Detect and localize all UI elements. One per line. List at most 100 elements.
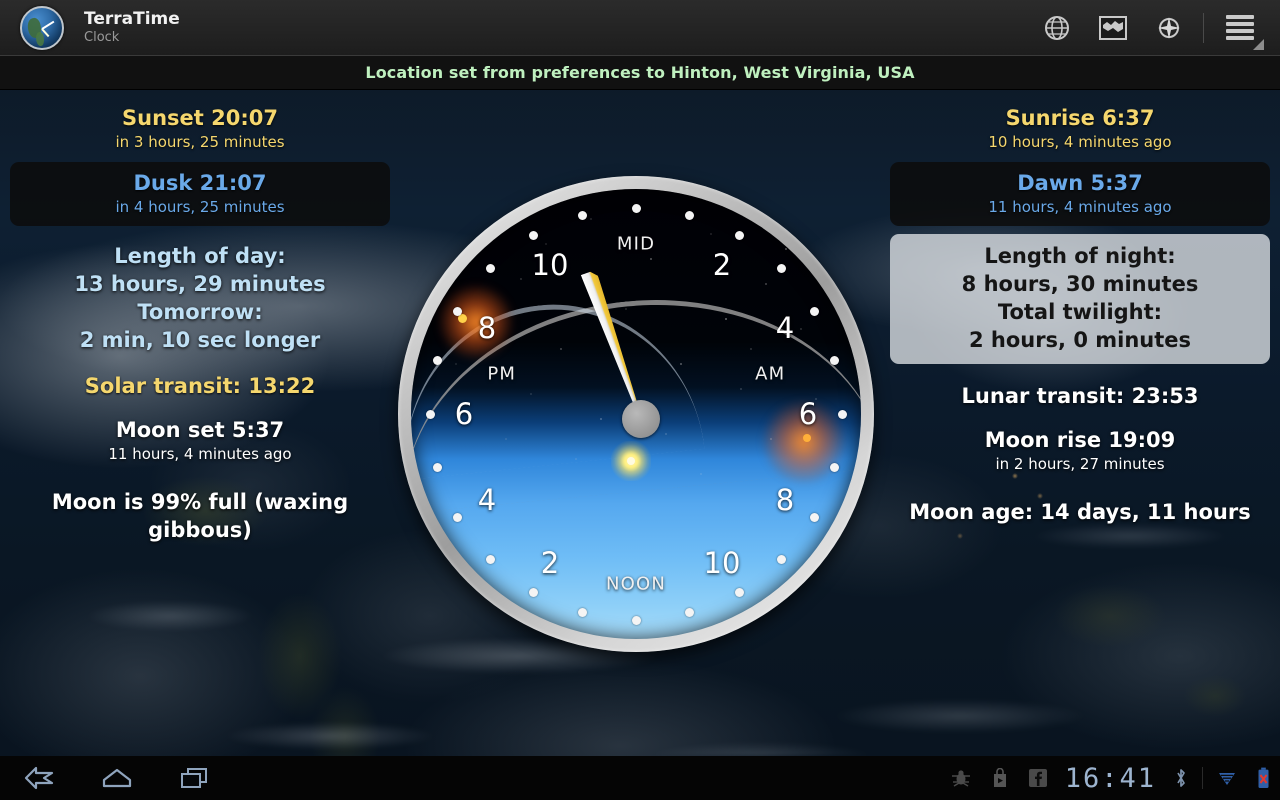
hour-tick bbox=[528, 587, 538, 597]
hour-tick bbox=[528, 231, 538, 241]
hour-tick bbox=[485, 555, 495, 565]
dawn-block[interactable]: Dawn 5:37 11 hours, 4 minutes ago bbox=[890, 162, 1270, 226]
overflow-menu-icon[interactable] bbox=[1210, 0, 1270, 56]
moon-age-block[interactable]: Moon age: 14 days, 11 hours bbox=[890, 498, 1270, 526]
logo-clock-hand-long bbox=[41, 20, 55, 30]
moon-phase-text: Moon is 99% full (waxing gibbous) bbox=[51, 490, 349, 542]
action-bar: TerraTime Clock bbox=[0, 0, 1280, 56]
app-subtitle: Clock bbox=[84, 30, 120, 45]
facebook-icon[interactable] bbox=[1019, 756, 1057, 800]
moon-rise-detail: in 2 hours, 27 minutes bbox=[995, 455, 1165, 473]
sunset-glow-marker bbox=[439, 285, 513, 359]
clock-center-hub bbox=[622, 400, 660, 438]
moon-set-detail: 11 hours, 4 minutes ago bbox=[108, 445, 292, 463]
hamburger-bars bbox=[1226, 12, 1254, 43]
dusk-block[interactable]: Dusk 21:07 in 4 hours, 25 minutes bbox=[10, 162, 390, 226]
length-of-night-label: Length of night: bbox=[984, 244, 1176, 268]
sunset-detail: in 3 hours, 25 minutes bbox=[115, 133, 285, 151]
hour-numeral-6: 6 bbox=[454, 397, 474, 431]
left-info-column: Sunset 20:07 in 3 hours, 25 minutes Dusk… bbox=[10, 104, 390, 544]
terratime-clock-screen: TerraTime Clock Location set from prefer… bbox=[0, 0, 1280, 800]
dawn-title: Dawn 5:37 bbox=[1017, 171, 1143, 195]
hour-tick bbox=[631, 203, 641, 213]
battery-error-icon[interactable] bbox=[1247, 756, 1280, 800]
total-twilight-label: Total twilight: bbox=[997, 300, 1163, 324]
hour-numeral-8: 8 bbox=[775, 483, 795, 517]
clock-face: 2 4 6 8 10 2 4 6 8 10 MID NOON PM AM bbox=[411, 189, 861, 639]
hour-tick bbox=[837, 409, 847, 419]
recents-icon[interactable] bbox=[156, 756, 234, 800]
hour-numeral-2: 2 bbox=[712, 248, 732, 283]
app-title: TerraTime bbox=[84, 9, 180, 29]
length-of-day-block[interactable]: Length of day: 13 hours, 29 minutes Tomo… bbox=[10, 242, 390, 354]
hour-numeral-4: 4 bbox=[477, 483, 497, 517]
location-banner-text: Location set from preferences to Hinton,… bbox=[365, 63, 915, 82]
play-store-icon[interactable] bbox=[981, 756, 1019, 800]
debug-bug-icon[interactable] bbox=[941, 756, 981, 800]
system-clock: 16:41 bbox=[1064, 762, 1156, 794]
total-twilight-value: 2 hours, 0 minutes bbox=[968, 328, 1192, 352]
dusk-title: Dusk 21:07 bbox=[133, 171, 267, 195]
sun-icon bbox=[611, 441, 651, 481]
sunrise-title: Sunrise 6:37 bbox=[1005, 106, 1155, 130]
hour-tick bbox=[485, 263, 495, 273]
hour-numeral-2: 2 bbox=[540, 545, 560, 580]
hour-tick bbox=[425, 409, 435, 419]
hour-tick bbox=[432, 356, 442, 366]
status-divider bbox=[1202, 767, 1203, 789]
globe-icon[interactable] bbox=[1029, 0, 1085, 56]
dusk-detail: in 4 hours, 25 minutes bbox=[115, 198, 285, 216]
hour-tick bbox=[809, 512, 819, 522]
hour-tick bbox=[777, 263, 787, 273]
am-label: AM bbox=[755, 363, 786, 385]
sunrise-dot-marker bbox=[803, 434, 811, 442]
length-of-day-value: 13 hours, 29 minutes bbox=[74, 272, 326, 296]
hour-tick bbox=[453, 306, 463, 316]
moon-set-block[interactable]: Moon set 5:37 11 hours, 4 minutes ago bbox=[10, 416, 390, 464]
lunar-transit-block[interactable]: Lunar transit: 23:53 bbox=[890, 382, 1270, 410]
bluetooth-icon[interactable] bbox=[1164, 756, 1198, 800]
world-map-icon[interactable] bbox=[1085, 0, 1141, 56]
sunset-block[interactable]: Sunset 20:07 in 3 hours, 25 minutes bbox=[10, 104, 390, 152]
hour-tick bbox=[809, 306, 819, 316]
hour-tick bbox=[631, 615, 641, 625]
hour-tick bbox=[734, 587, 744, 597]
pm-label: PM bbox=[487, 363, 517, 385]
moon-set-title: Moon set 5:37 bbox=[115, 418, 285, 442]
hour-numeral-8: 8 bbox=[477, 311, 497, 345]
lunar-transit-text: Lunar transit: 23:53 bbox=[961, 384, 1199, 408]
location-banner[interactable]: Location set from preferences to Hinton,… bbox=[0, 56, 1280, 90]
length-of-night-value: 8 hours, 30 minutes bbox=[961, 272, 1199, 296]
compass-icon[interactable] bbox=[1141, 0, 1197, 56]
sunrise-block[interactable]: Sunrise 6:37 10 hours, 4 minutes ago bbox=[890, 104, 1270, 152]
wifi-icon[interactable] bbox=[1207, 756, 1247, 800]
length-of-night-block[interactable]: Length of night: 8 hours, 30 minutes Tot… bbox=[890, 234, 1270, 364]
solar-transit-text: Solar transit: 13:22 bbox=[84, 374, 316, 398]
action-bar-divider bbox=[1203, 12, 1204, 43]
hour-tick bbox=[432, 462, 442, 472]
back-icon[interactable] bbox=[0, 756, 78, 800]
hour-numeral-4: 4 bbox=[775, 311, 795, 345]
right-info-column: Sunrise 6:37 10 hours, 4 minutes ago Daw… bbox=[890, 104, 1270, 526]
day-night-clock[interactable]: 2 4 6 8 10 2 4 6 8 10 MID NOON PM AM bbox=[398, 176, 874, 652]
app-title-group: TerraTime Clock bbox=[84, 9, 180, 46]
solar-transit-block[interactable]: Solar transit: 13:22 bbox=[10, 372, 390, 400]
noon-label: NOON bbox=[605, 573, 667, 595]
moon-age-text: Moon age: 14 days, 11 hours bbox=[909, 500, 1251, 524]
hour-tick bbox=[734, 231, 744, 241]
sunrise-detail: 10 hours, 4 minutes ago bbox=[988, 133, 1172, 151]
home-icon[interactable] bbox=[78, 756, 156, 800]
moon-rise-block[interactable]: Moon rise 19:09 in 2 hours, 27 minutes bbox=[890, 426, 1270, 474]
midnight-label: MID bbox=[616, 233, 656, 255]
tomorrow-label: Tomorrow: bbox=[137, 300, 263, 324]
hour-tick bbox=[453, 512, 463, 522]
menu-corner-triangle-icon bbox=[1253, 38, 1264, 50]
logo-landmass-shape-2 bbox=[36, 31, 44, 46]
app-logo-globe-clock-icon[interactable] bbox=[20, 5, 64, 50]
moon-phase-block[interactable]: Moon is 99% full (waxing gibbous) bbox=[10, 488, 390, 544]
android-system-bar: 16:41 bbox=[0, 756, 1280, 800]
length-of-day-label: Length of day: bbox=[114, 244, 286, 268]
dawn-detail: 11 hours, 4 minutes ago bbox=[988, 198, 1172, 216]
hour-tick bbox=[684, 210, 694, 220]
hour-tick bbox=[578, 210, 588, 220]
